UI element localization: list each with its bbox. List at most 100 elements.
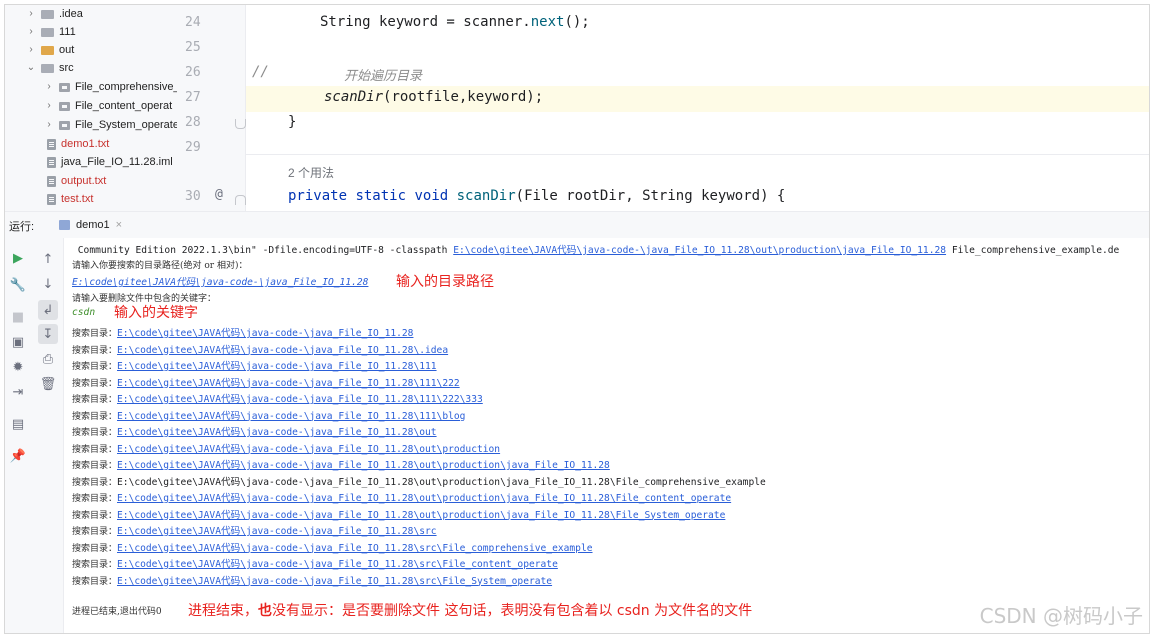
line-number: 26: [185, 65, 201, 80]
search-path[interactable]: E:\code\gitee\JAVA代码\java-code-\java_Fil…: [117, 444, 500, 455]
tree-item-demo1[interactable]: demo1.txt: [45, 135, 109, 153]
run-tab-demo1[interactable]: demo1 ×: [51, 212, 131, 240]
run-toolbar-secondary: ↑ ↓ ↲ ↧ ⎙ 🗑: [33, 238, 64, 633]
search-path[interactable]: E:\code\gitee\JAVA代码\java-code-\java_Fil…: [117, 460, 610, 471]
close-icon[interactable]: ×: [116, 219, 122, 231]
search-line: 搜索目录：E:\code\gitee\JAVA代码\java-code-\jav…: [72, 441, 500, 455]
pin-icon[interactable]: 📌: [8, 446, 28, 466]
debug-icon[interactable]: ✹: [8, 357, 28, 377]
search-prefix: 搜索目录：: [72, 378, 118, 389]
run-toolbar-primary: ▶ 🔧 ■ ▣ ✹ ⇥ ▤ 📌: [5, 238, 33, 633]
print-icon[interactable]: ⎙: [38, 349, 58, 369]
search-path[interactable]: E:\code\gitee\JAVA代码\java-code-\java_Fil…: [117, 328, 413, 339]
editor-gutter: 24 25 26 27 28 29 30 @: [177, 5, 246, 211]
tree-item-src[interactable]: ⌄ src: [25, 59, 74, 77]
tree-item-file-system[interactable]: › File_System_operate: [43, 116, 177, 134]
folder-icon: [41, 9, 54, 19]
search-path[interactable]: E:\code\gitee\JAVA代码\java-code-\java_Fil…: [117, 543, 593, 554]
chevron-right-icon[interactable]: ›: [25, 41, 37, 59]
search-line: 搜索目录：E:\code\gitee\JAVA代码\java-code-\jav…: [72, 408, 465, 422]
search-path[interactable]: E:\code\gitee\JAVA代码\java-code-\java_Fil…: [117, 361, 437, 372]
tree-item-out[interactable]: › out: [25, 41, 74, 59]
annotation-keyword: 输入的关键字: [114, 305, 198, 321]
text-file-icon: [47, 138, 56, 150]
tree-item-test[interactable]: test.txt: [45, 190, 93, 208]
search-prefix: 搜索目录：: [72, 411, 118, 422]
trash-icon[interactable]: 🗑: [38, 374, 58, 394]
search-path[interactable]: E:\code\gitee\JAVA代码\java-code-\java_Fil…: [117, 559, 558, 570]
chevron-right-icon[interactable]: ›: [43, 116, 55, 134]
fold-icon[interactable]: [235, 119, 246, 129]
camera-icon[interactable]: ▣: [8, 332, 28, 352]
search-prefix: 搜索目录：: [72, 461, 118, 471]
line-number: 29: [185, 140, 201, 155]
chevron-right-icon[interactable]: ›: [25, 5, 37, 23]
stop-icon[interactable]: ■: [8, 307, 28, 327]
code-line-26: //: [252, 64, 269, 80]
search-path[interactable]: E:\code\gitee\JAVA代码\java-code-\java_Fil…: [117, 493, 731, 504]
scroll-to-end-icon[interactable]: ↧: [38, 324, 58, 344]
folder-icon: [41, 27, 54, 37]
search-path[interactable]: E:\code\gitee\JAVA代码\java-code-\java_Fil…: [117, 411, 465, 422]
search-prefix: 搜索目录：: [72, 345, 118, 356]
search-path[interactable]: E:\code\gitee\JAVA代码\java-code-\java_Fil…: [117, 576, 552, 587]
arrow-down-icon[interactable]: ↓: [38, 274, 58, 294]
console-input-path[interactable]: E:\code\gitee\JAVA代码\java-code-\java_Fil…: [72, 274, 368, 288]
search-line: 搜索目录：E:\code\gitee\JAVA代码\java-code-\jav…: [72, 358, 437, 372]
chevron-right-icon[interactable]: ›: [43, 97, 55, 115]
watermark: CSDN @树码小子: [979, 604, 1143, 628]
rerun-icon[interactable]: ▶: [8, 248, 28, 268]
search-prefix: 搜索目录：: [72, 576, 118, 587]
ide-window: › .idea › 111 › out ⌄ src › File_comprehensiv…: [4, 4, 1150, 634]
search-prefix: 搜索目录：: [72, 494, 118, 504]
code-line-30: private static void scanDir(File rootDir…: [288, 188, 786, 204]
override-marker-icon[interactable]: @: [215, 187, 223, 202]
search-prefix: 搜索目录：: [72, 543, 118, 554]
tree-item-idea[interactable]: › .idea: [25, 5, 83, 23]
search-line: 搜索目录：E:\code\gitee\JAVA代码\java-code-\jav…: [72, 540, 593, 554]
search-line: 搜索目录：E:\code\gitee\JAVA代码\java-code-\jav…: [72, 391, 483, 405]
package-icon: [59, 101, 70, 111]
layout-icon[interactable]: ▤: [8, 414, 28, 434]
chevron-down-icon[interactable]: ⌄: [25, 59, 37, 77]
wrench-icon[interactable]: 🔧: [8, 275, 28, 295]
search-path[interactable]: E:\code\gitee\JAVA代码\java-code-\java_Fil…: [117, 510, 725, 521]
fold-icon[interactable]: [235, 195, 246, 205]
search-path[interactable]: E:\code\gitee\JAVA代码\java-code-\java_Fil…: [117, 378, 460, 389]
search-path[interactable]: E:\code\gitee\JAVA代码\java-code-\java_Fil…: [117, 526, 437, 537]
chevron-right-icon[interactable]: ›: [25, 23, 37, 41]
tree-item-111[interactable]: › 111: [25, 23, 75, 41]
search-line: 搜索目录：E:\code\gitee\JAVA代码\java-code-\jav…: [72, 573, 552, 587]
run-config-icon: [59, 220, 70, 230]
search-path[interactable]: E:\code\gitee\JAVA代码\java-code-\java_Fil…: [117, 345, 448, 356]
tree-item-file-content[interactable]: › File_content_operat: [43, 97, 172, 115]
code-comment: 开始遍历目录: [344, 69, 423, 84]
search-prefix: 搜索目录：: [72, 560, 118, 570]
search-prefix: 搜索目录：: [72, 527, 118, 537]
console-output[interactable]: Community Edition 2022.1.3\bin" -Dfile.e…: [64, 238, 1149, 633]
search-line: 搜索目录：E:\code\gitee\JAVA代码\java-code-\jav…: [72, 556, 558, 570]
search-line: 搜索目录：E:\code\gitee\JAVA代码\java-code-\jav…: [72, 457, 610, 471]
tree-item-iml[interactable]: java_File_IO_11.28.iml: [45, 153, 173, 171]
classpath-link[interactable]: E:\code\gitee\JAVA代码\java-code-\java_Fil…: [453, 245, 946, 256]
search-path: E:\code\gitee\JAVA代码\java-code-\java_Fil…: [117, 476, 766, 488]
chevron-right-icon[interactable]: ›: [43, 78, 55, 96]
code-line-24: String keyword = scanner.next();: [320, 14, 590, 30]
line-number: 25: [185, 40, 201, 55]
run-tool-window-header: 运行: demo1 ×: [5, 211, 1149, 240]
annotation-path: 输入的目录路径: [396, 274, 494, 290]
search-path[interactable]: E:\code\gitee\JAVA代码\java-code-\java_Fil…: [117, 427, 437, 438]
code-editor[interactable]: String keyword = scanner.next(); // 开始遍历…: [246, 5, 1149, 211]
search-line: 搜索目录：E:\code\gitee\JAVA代码\java-code-\jav…: [72, 424, 437, 438]
tree-item-output[interactable]: output.txt: [45, 172, 106, 190]
package-icon: [59, 120, 70, 130]
search-path[interactable]: E:\code\gitee\JAVA代码\java-code-\java_Fil…: [117, 394, 483, 405]
arrow-up-icon[interactable]: ↑: [38, 249, 58, 269]
annotation-end: 进程结束，也没有显示：是否要删除文件 这句话，表明没有包含着以 csdn 为文件…: [188, 603, 753, 619]
tree-item-file-comprehensive[interactable]: › File_comprehensive_: [43, 78, 177, 96]
login-icon[interactable]: ⇥: [8, 382, 28, 402]
usages-hint[interactable]: 2 个用法: [288, 164, 334, 181]
soft-wrap-icon[interactable]: ↲: [38, 300, 58, 320]
package-icon: [59, 82, 70, 92]
search-prefix: 搜索目录：: [72, 477, 118, 488]
